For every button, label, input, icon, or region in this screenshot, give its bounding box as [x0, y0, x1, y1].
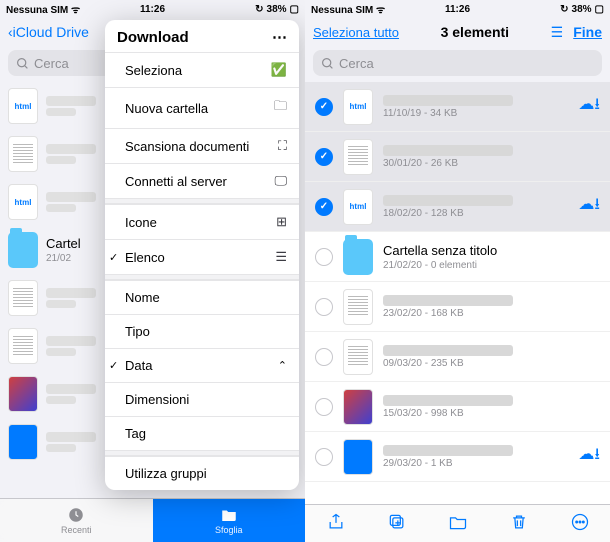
checkbox[interactable]	[315, 98, 333, 116]
file-thumb	[343, 139, 373, 175]
scan-icon: ⛶	[278, 138, 287, 154]
menu-scan[interactable]: Scansiona documenti⛶	[105, 128, 299, 163]
delete-button[interactable]	[509, 512, 529, 535]
toolbar	[305, 504, 610, 542]
file-meta: 23/02/20 - 168 KB	[383, 308, 600, 319]
grid-icon: ⊞	[276, 214, 287, 230]
list-item[interactable]: 09/03/20 - 235 KB	[305, 332, 610, 382]
file-meta: 09/03/20 - 235 KB	[383, 358, 600, 369]
file-name	[383, 345, 513, 356]
wifi-icon: ᯤ	[71, 5, 80, 16]
list-item[interactable]: 29/03/20 - 1 KB ☁︎⭳	[305, 432, 610, 482]
checkbox[interactable]	[315, 348, 333, 366]
list-icon[interactable]: ☰	[551, 24, 564, 41]
file-meta: 18/02/20 - 128 KB	[383, 208, 568, 219]
cloud-download-icon[interactable]: ☁︎⭳	[578, 443, 600, 470]
list-item[interactable]: Cartella senza titolo 21/02/20 - 0 elemen…	[305, 232, 610, 282]
file-thumb	[343, 289, 373, 325]
cloud-download-icon[interactable]: ☁︎⭳	[578, 93, 600, 120]
checkbox[interactable]	[315, 398, 333, 416]
file-thumb	[343, 239, 373, 275]
list-item[interactable]: 15/03/20 - 998 KB	[305, 382, 610, 432]
folder-plus-icon: 🗀	[274, 97, 287, 119]
more-menu: Download⋯ Seleziona✅ Nuova cartella🗀 Sca…	[105, 20, 299, 490]
checkbox[interactable]	[315, 148, 333, 166]
checkbox[interactable]	[315, 248, 333, 266]
file-meta: 29/03/20 - 1 KB	[383, 458, 568, 469]
file-name	[383, 295, 513, 306]
menu-name[interactable]: Nome	[105, 280, 299, 314]
file-name	[383, 95, 513, 106]
file-name	[383, 445, 513, 456]
status-bar: Nessuna SIM ᯤ 11:26 ↻ 38% ▢	[0, 0, 305, 18]
share-button[interactable]	[326, 512, 346, 535]
menu-type[interactable]: Tipo	[105, 314, 299, 348]
list-item[interactable]: html 11/10/19 - 34 KB ☁︎⭳	[305, 82, 610, 132]
menu-tag[interactable]: Tag	[105, 416, 299, 450]
file-meta: 30/01/20 - 26 KB	[383, 158, 600, 169]
cloud-download-icon[interactable]: ☁︎⭳	[578, 193, 600, 220]
wifi-icon: ᯤ	[376, 5, 385, 16]
file-meta: 15/03/20 - 998 KB	[383, 408, 600, 419]
file-name	[383, 195, 513, 206]
file-list: html 11/10/19 - 34 KB ☁︎⭳ 30/01/20 - 26 KB h…	[305, 82, 610, 504]
menu-new-folder[interactable]: Nuova cartella🗀	[105, 87, 299, 128]
file-thumb: html	[343, 89, 373, 125]
duplicate-button[interactable]	[387, 512, 407, 535]
nav-bar: Seleziona tutto 3 elementi ☰ Fine	[305, 18, 610, 46]
tab-bar: Recenti Sfoglia	[0, 498, 305, 542]
file-name: Cartella senza titolo	[383, 243, 600, 258]
menu-list[interactable]: Elenco☰	[105, 239, 299, 274]
list-item[interactable]: 30/01/20 - 26 KB	[305, 132, 610, 182]
tab-browse[interactable]: Sfoglia	[153, 499, 306, 542]
tab-recent[interactable]: Recenti	[0, 499, 153, 542]
file-name	[383, 395, 513, 406]
file-meta: 21/02/20 - 0 elementi	[383, 260, 600, 271]
server-icon: 🖵	[274, 173, 287, 189]
file-name	[383, 145, 513, 156]
status-bar: Nessuna SIM ᯤ 11:26 ↻ 38% ▢	[305, 0, 610, 18]
chevron-up-icon: ⌃	[278, 359, 287, 372]
select-all-button[interactable]: Seleziona tutto	[313, 25, 399, 40]
done-button[interactable]: Fine	[573, 24, 602, 40]
list-icon: ☰	[275, 249, 287, 265]
checkbox[interactable]	[315, 198, 333, 216]
file-thumb	[343, 389, 373, 425]
checkbox[interactable]	[315, 298, 333, 316]
list-item[interactable]: html 18/02/20 - 128 KB ☁︎⭳	[305, 182, 610, 232]
menu-title: Download⋯	[105, 20, 299, 52]
menu-select[interactable]: Seleziona✅	[105, 52, 299, 87]
check-circle-icon: ✅	[271, 62, 287, 78]
menu-size[interactable]: Dimensioni	[105, 382, 299, 416]
file-thumb: html	[343, 189, 373, 225]
file-meta: 11/10/19 - 34 KB	[383, 108, 568, 119]
menu-groups[interactable]: Utilizza gruppi	[105, 456, 299, 490]
checkbox[interactable]	[315, 448, 333, 466]
menu-icons[interactable]: Icone⊞	[105, 204, 299, 239]
menu-connect[interactable]: Connetti al server🖵	[105, 163, 299, 198]
back-button[interactable]: ‹ iCloud Drive	[8, 24, 89, 40]
selection-count: 3 elementi	[441, 24, 509, 40]
more-button[interactable]	[570, 512, 590, 535]
search-input[interactable]: Cerca	[313, 50, 602, 76]
file-thumb	[343, 339, 373, 375]
file-thumb	[343, 439, 373, 475]
list-item[interactable]: 23/02/20 - 168 KB	[305, 282, 610, 332]
move-button[interactable]	[448, 512, 468, 535]
menu-date[interactable]: Data⌃	[105, 348, 299, 382]
